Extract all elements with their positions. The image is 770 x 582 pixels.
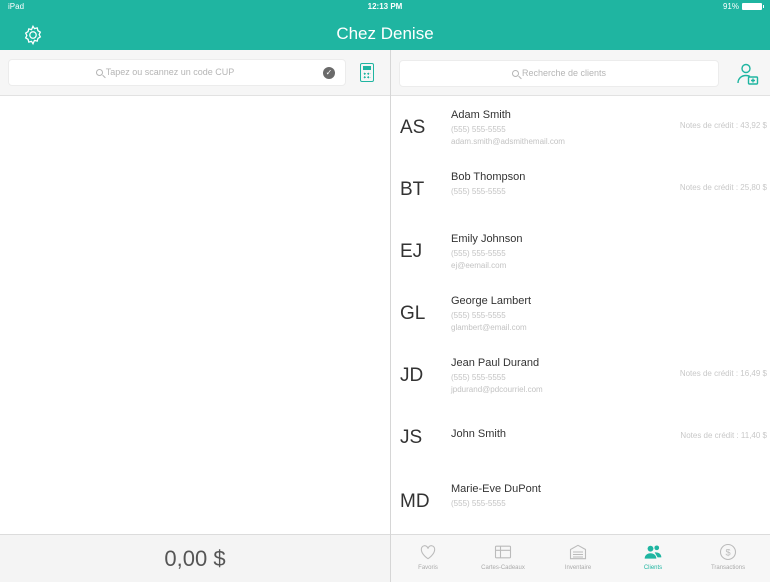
client-email: glambert@email.com bbox=[451, 323, 527, 332]
check-icon[interactable]: ✓ bbox=[323, 67, 335, 79]
client-row[interactable]: AS Adam Smith (555) 555-5555 adam.smith@… bbox=[391, 98, 770, 160]
scan-input[interactable]: Tapez ou scannez un code CUP ✓ bbox=[8, 59, 346, 86]
tab-bar: Favoris Cartes-Cadeaux Inventaire Client… bbox=[391, 534, 770, 582]
client-phone: (555) 555-5555 bbox=[451, 499, 506, 508]
client-row[interactable]: MD Marie-Eve DuPont (555) 555-5555 bbox=[391, 472, 770, 534]
client-initials: AS bbox=[400, 117, 426, 138]
client-phone: (555) 555-5555 bbox=[451, 311, 506, 320]
client-credit: Notes de crédit : 25,80 $ bbox=[679, 183, 767, 192]
client-name: John Smith bbox=[451, 428, 507, 440]
client-phone: (555) 555-5555 bbox=[451, 187, 506, 196]
tab-label: Transactions bbox=[710, 565, 746, 571]
status-time: 12:13 PM bbox=[367, 2, 403, 11]
client-search-placeholder: Recherche de clients bbox=[521, 68, 607, 78]
client-initials: JD bbox=[400, 365, 424, 386]
tab-transactions[interactable]: $ Transactions bbox=[698, 535, 758, 582]
calculator-icon[interactable] bbox=[360, 63, 374, 82]
client-initials: GL bbox=[400, 303, 426, 324]
tab-cartes-cadeaux[interactable]: Cartes-Cadeaux bbox=[473, 535, 533, 582]
client-phone: (555) 555-5555 bbox=[451, 373, 506, 382]
status-bar: iPad 12:13 PM 91% bbox=[0, 2, 770, 14]
client-email: adam.smith@adsmithemail.com bbox=[451, 137, 565, 146]
client-name: Bob Thompson bbox=[451, 171, 526, 183]
dollar-icon: $ bbox=[719, 543, 737, 561]
client-name: Adam Smith bbox=[451, 109, 511, 121]
client-name: Emily Johnson bbox=[451, 233, 523, 245]
client-row[interactable]: JS John Smith Notes de crédit : 11,40 $ bbox=[391, 408, 770, 470]
client-credit: Notes de crédit : 43,92 $ bbox=[679, 121, 767, 130]
battery-icon bbox=[742, 3, 764, 10]
clients-panel: Recherche de clients AS Adam Smith (555)… bbox=[391, 50, 770, 582]
client-name: Marie-Eve DuPont bbox=[451, 483, 541, 495]
client-initials: EJ bbox=[400, 241, 423, 262]
tab-label: Inventaire bbox=[564, 565, 592, 571]
add-client-icon[interactable] bbox=[735, 62, 759, 86]
client-initials: BT bbox=[400, 179, 425, 200]
client-credit: Notes de crédit : 11,40 $ bbox=[680, 431, 767, 440]
client-phone: (555) 555-5555 bbox=[451, 249, 506, 258]
sale-panel: Tapez ou scannez un code CUP ✓ 0,00 $ bbox=[0, 50, 390, 582]
app-header: iPad 12:13 PM 91% Chez Denise bbox=[0, 0, 770, 50]
tab-clients[interactable]: Clients bbox=[623, 535, 683, 582]
tab-label: Favoris bbox=[418, 565, 438, 571]
tab-favoris[interactable]: Favoris bbox=[398, 535, 458, 582]
tab-label: Clients bbox=[643, 565, 663, 571]
heart-icon bbox=[420, 545, 436, 560]
search-icon bbox=[511, 70, 519, 77]
total-amount: 0,00 $ bbox=[164, 546, 226, 571]
search-icon bbox=[95, 69, 103, 76]
total-bar[interactable]: 0,00 $ bbox=[0, 534, 390, 582]
page-title: Chez Denise bbox=[336, 24, 434, 43]
svg-text:$: $ bbox=[725, 547, 730, 557]
client-email: jpdurand@pdcourriel.com bbox=[451, 385, 543, 394]
client-row[interactable]: EJ Emily Johnson (555) 555-5555 ej@eemai… bbox=[391, 222, 770, 284]
scan-placeholder: Tapez ou scannez un code CUP bbox=[105, 67, 235, 77]
client-row[interactable]: JD Jean Paul Durand (555) 555-5555 jpdur… bbox=[391, 346, 770, 408]
tab-inventaire[interactable]: Inventaire bbox=[548, 535, 608, 582]
client-phone: (555) 555-5555 bbox=[451, 125, 506, 134]
inventory-icon bbox=[569, 544, 587, 560]
client-row[interactable]: BT Bob Thompson (555) 555-5555 Notes de … bbox=[391, 160, 770, 222]
client-email: ej@eemail.com bbox=[451, 261, 507, 270]
battery-percent: 91% bbox=[722, 2, 739, 11]
client-credit: Notes de crédit : 16,49 $ bbox=[679, 369, 767, 378]
battery-indicator: 91% bbox=[722, 2, 764, 11]
client-search-bar: Recherche de clients bbox=[391, 50, 770, 96]
tab-label: Cartes-Cadeaux bbox=[481, 565, 525, 571]
clients-icon bbox=[644, 545, 662, 559]
client-search-input[interactable]: Recherche de clients bbox=[399, 60, 719, 87]
client-initials: MD bbox=[400, 491, 430, 512]
client-initials: JS bbox=[400, 427, 423, 448]
client-name: Jean Paul Durand bbox=[451, 357, 540, 369]
client-name: George Lambert bbox=[451, 295, 532, 307]
client-row[interactable]: GL George Lambert (555) 555-5555 glamber… bbox=[391, 284, 770, 346]
scan-bar: Tapez ou scannez un code CUP ✓ bbox=[0, 50, 390, 96]
gift-card-icon bbox=[494, 545, 512, 559]
